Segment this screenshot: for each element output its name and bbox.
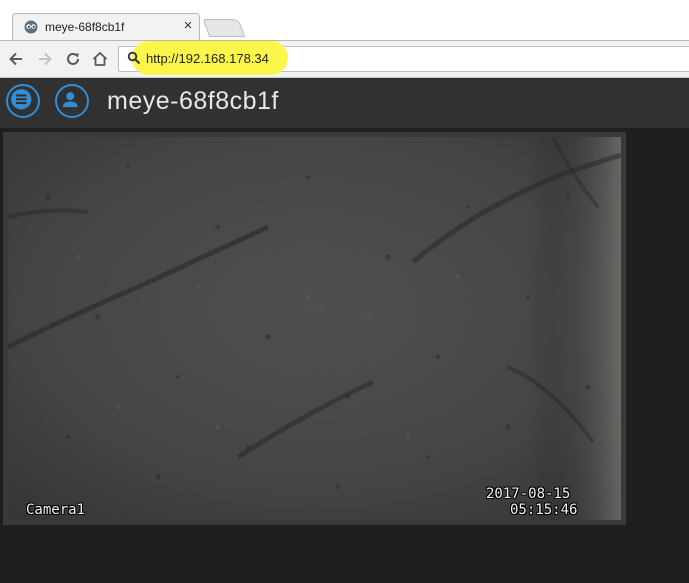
camera-time-overlay: 05:15:46 bbox=[510, 502, 578, 518]
search-icon bbox=[127, 51, 141, 65]
url-text[interactable]: http://192.168.178.34 bbox=[146, 51, 269, 66]
app-title: meye-68f8cb1f bbox=[107, 87, 279, 115]
tab-close-icon[interactable]: × bbox=[181, 17, 195, 35]
app-header: meye-68f8cb1f bbox=[0, 78, 689, 128]
home-icon[interactable] bbox=[91, 50, 109, 68]
browser-toolbar bbox=[0, 40, 689, 78]
forward-arrow-icon[interactable] bbox=[36, 50, 54, 68]
camera-name-overlay: Camera1 bbox=[26, 502, 86, 518]
user-button[interactable] bbox=[55, 84, 89, 118]
camera-frame[interactable]: Camera1 2017-08-15 05:15:46 bbox=[3, 132, 626, 525]
menu-button[interactable] bbox=[6, 84, 40, 118]
browser-tab[interactable]: meye-68f8cb1f × bbox=[12, 13, 200, 42]
user-icon bbox=[62, 92, 78, 108]
hamburger-menu-icon bbox=[11, 89, 32, 110]
reload-icon[interactable] bbox=[64, 50, 82, 68]
back-arrow-icon[interactable] bbox=[7, 50, 25, 68]
new-tab-button[interactable] bbox=[202, 19, 246, 37]
main-content: Camera1 2017-08-15 05:15:46 bbox=[0, 128, 689, 583]
motioneye-favicon-icon bbox=[24, 20, 38, 34]
tab-strip: meye-68f8cb1f × bbox=[0, 0, 689, 42]
camera-feed-image bbox=[8, 137, 621, 520]
camera-feed[interactable]: Camera1 2017-08-15 05:15:46 bbox=[8, 137, 621, 520]
camera-date-overlay: 2017-08-15 bbox=[486, 486, 571, 502]
tab-title: meye-68f8cb1f bbox=[45, 20, 125, 34]
browser-chrome: meye-68f8cb1f × http://192.168.178.34 bbox=[0, 0, 689, 78]
